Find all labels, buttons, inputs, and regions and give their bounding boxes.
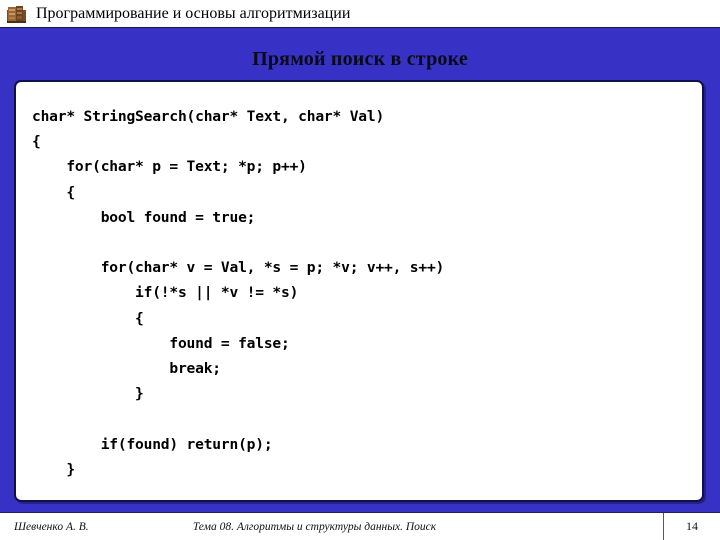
slide-header: Программирование и основы алгоритмизации [0, 0, 720, 28]
code-listing: char* StringSearch(char* Text, char* Val… [32, 108, 445, 478]
course-title: Программирование и основы алгоритмизации [36, 4, 351, 22]
footer-topic: Тема 08. Алгоритмы и структуры данных. П… [192, 520, 437, 533]
book-stack-icon [7, 5, 26, 23]
footer-page-number: 14 [686, 519, 698, 533]
slide-footer: Шевченко А. В. Тема 08. Алгоритмы и стру… [0, 512, 720, 540]
code-panel: char* StringSearch(char* Text, char* Val… [14, 80, 704, 502]
page-title: Прямой поиск в строке [252, 48, 468, 70]
footer-main-cell: Шевченко А. В. Тема 08. Алгоритмы и стру… [0, 513, 664, 540]
slide-canvas: Программирование и основы алгоритмизации… [0, 0, 720, 540]
footer-author: Шевченко А. В. [14, 520, 89, 533]
